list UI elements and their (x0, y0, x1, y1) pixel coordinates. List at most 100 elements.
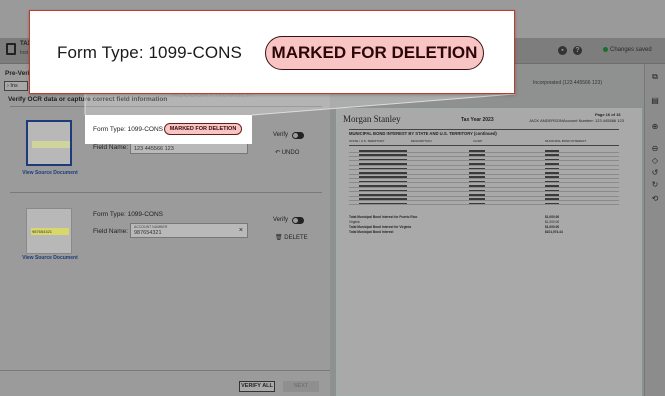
source-thumbnail[interactable] (26, 120, 72, 166)
reset-icon[interactable]: ⟲ (650, 194, 660, 204)
redacted-cell (469, 154, 485, 156)
table-row (349, 180, 619, 184)
help-icon[interactable]: ? (573, 46, 582, 55)
form-type-label: Form Type: (93, 211, 126, 218)
redacted-cell (545, 194, 559, 196)
column-header: DESCRIPTION (411, 139, 432, 143)
redacted-cell (359, 198, 407, 200)
redacted-cell (359, 150, 407, 152)
total-label: Total Municipal Bond Interest for Puerto… (349, 215, 418, 219)
redacted-cell (545, 154, 559, 156)
document-icon (6, 43, 16, 55)
redacted-cell (359, 167, 407, 170)
total-label: Virginia (349, 220, 360, 224)
tax-year: Tax Year 2023 (461, 117, 494, 123)
total-value: $101,974.44 (545, 230, 563, 234)
rotate-right-icon[interactable]: ↻ (650, 180, 660, 190)
redacted-cell (469, 202, 485, 205)
table-row (349, 167, 619, 171)
redacted-cell (359, 154, 407, 156)
delete-button[interactable]: 🗑 DELETE (275, 234, 308, 241)
redacted-cell (359, 185, 407, 187)
saved-dot-icon (603, 47, 608, 52)
redacted-cell (469, 189, 485, 192)
table-row (349, 184, 619, 188)
form-type-text: Form Type: 1099-CONS (93, 126, 163, 133)
owner-name: JACK ANDERSON (529, 118, 563, 123)
rotate-left-icon[interactable]: ↺ (650, 168, 660, 178)
form-type-value: 1099-CONS (127, 211, 163, 218)
form-type-text: Form Type: 1099-CONS (93, 211, 163, 218)
redacted-cell (469, 158, 485, 161)
settings-icon[interactable]: ▪ (558, 46, 567, 55)
table-row (349, 202, 619, 206)
zoom-out-icon[interactable]: ⊖ (650, 144, 660, 154)
undo-label: UNDO (281, 150, 300, 156)
form-type-label: Form Type: (93, 126, 126, 133)
table-row (349, 197, 619, 201)
redacted-cell (359, 202, 407, 205)
account-label: Account Number: 123 445566 123 (563, 118, 624, 123)
table-row: Total Municipal Bond Interest for Puerto… (349, 215, 559, 219)
redacted-cell (469, 172, 485, 174)
verify-panel: Pre-Verif › Ins ACCOUNT NUMBER Verify OC… (0, 64, 330, 396)
table-row: Virginia $1,000.00 (349, 220, 559, 224)
total-value: $1,000.00 (545, 220, 560, 224)
table-row: Total Municipal Bond Interest $101,974.44 (349, 230, 563, 234)
open-external-icon[interactable]: ⧉ (650, 72, 660, 82)
table-row (349, 171, 619, 175)
column-header: MUNICIPAL BOND INTEREST (545, 139, 587, 143)
clear-icon[interactable]: × (239, 227, 243, 234)
verify-label: Verify (273, 132, 289, 138)
verify-all-button[interactable]: VERIFY ALL (239, 381, 275, 392)
delete-label: DELETE (284, 235, 308, 241)
redacted-cell (359, 189, 407, 192)
verify-toggle[interactable] (292, 132, 304, 139)
redacted-cell (359, 163, 407, 165)
table-row (349, 158, 619, 162)
redacted-cell (469, 163, 485, 165)
source-thumbnail[interactable]: 987654321 (26, 208, 72, 254)
redacted-cell (359, 194, 407, 196)
redacted-cell (545, 198, 559, 200)
changes-saved-status: Changes saved (603, 47, 652, 53)
highlighted-form-type-row: Form Type: 1099-CONS MARKED FOR DELETION (85, 115, 252, 144)
callout-status-badge: MARKED FOR DELETION (265, 36, 484, 70)
field-value: 987654321 (134, 230, 162, 236)
total-value: $1,000.00 (545, 215, 560, 219)
page-label: Page 16 of 16 (595, 112, 621, 117)
undo-button[interactable]: ↶ UNDO (275, 149, 299, 156)
redacted-cell (545, 180, 559, 183)
zoom-callout: Form Type: 1099-CONS MARKED FOR DELETION (29, 10, 515, 94)
verify-toggle[interactable] (292, 217, 304, 224)
fit-icon[interactable]: ◇ (650, 156, 660, 166)
record-row: 987654321 View Source Document Form Type… (0, 204, 330, 274)
instructions-tab[interactable]: › Ins (4, 81, 28, 91)
redacted-cell (359, 158, 407, 161)
next-button[interactable]: NEXT (283, 381, 319, 392)
changes-saved-label: Changes saved (610, 47, 652, 54)
instructions-tab-label: Ins (10, 83, 18, 89)
field-name-label: Field Name: (93, 228, 129, 235)
redacted-cell (469, 176, 485, 178)
redacted-cell (545, 172, 559, 174)
view-source-link[interactable]: View Source Document (18, 255, 82, 261)
section-title: Verify OCR data or capture correct field… (8, 96, 168, 103)
trash-icon: 🗑 (275, 235, 285, 241)
column-header: STATE / U.S. TERRITORY (349, 139, 385, 143)
comment-icon[interactable]: ▤ (650, 96, 660, 106)
redacted-cell (545, 163, 559, 165)
document-page[interactable]: Morgan Stanley Tax Year 2023 Page 16 of … (336, 108, 642, 396)
field-value: 123 445566 123 (134, 146, 174, 152)
redacted-cell (469, 198, 485, 200)
view-source-link[interactable]: View Source Document (18, 170, 82, 176)
redacted-cell (545, 189, 559, 192)
account-number-field[interactable]: ACCOUNT NUMBER 987654321 × (130, 223, 248, 238)
zoom-in-icon[interactable]: ⊕ (650, 122, 660, 132)
table-row (349, 189, 619, 193)
redacted-cell (545, 167, 559, 170)
redacted-cell (545, 158, 559, 161)
tool-rail: ⧉ ▤ ⊕ ⊖ ◇ ↺ ↻ ⟲ (644, 64, 665, 396)
table-row (349, 149, 619, 153)
redacted-cell (545, 185, 559, 187)
